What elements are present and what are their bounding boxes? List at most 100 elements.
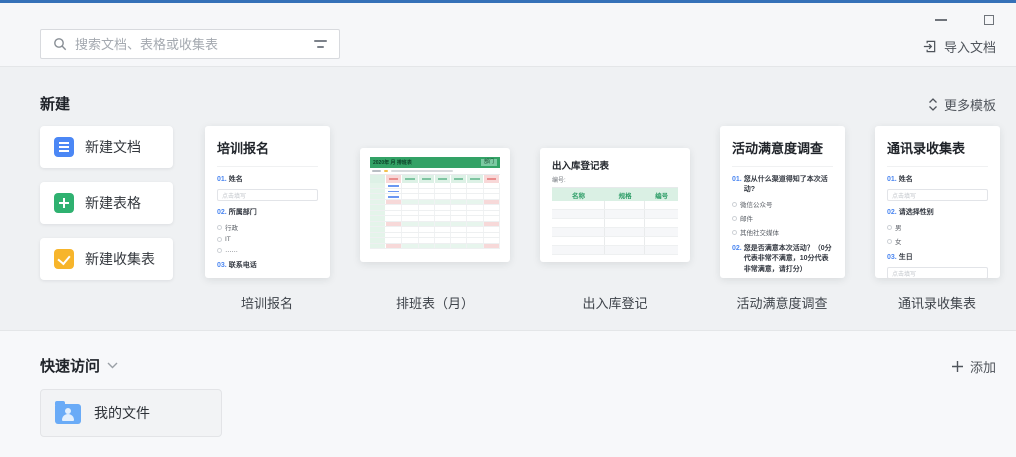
minimize-button[interactable] <box>932 11 950 29</box>
table-row <box>552 201 678 210</box>
radio-icon <box>732 216 737 221</box>
my-files-folder-icon <box>55 404 81 424</box>
field-text: 您是否满意本次活动？（0分代表非常不满意，10分代表非常满意，请打分） <box>744 244 833 274</box>
template-caption-training[interactable]: 培训报名 <box>241 293 293 312</box>
field-label: 03. 生日 <box>887 253 988 263</box>
template-title: 通讯录收集表 <box>887 138 988 167</box>
radio-label: IT <box>225 236 231 243</box>
table-row <box>552 237 678 246</box>
radio-label: 微信公众号 <box>740 199 773 209</box>
quick-access-item-my-files[interactable]: 我的文件 <box>40 389 222 437</box>
field-text: 请选择性别 <box>899 208 934 218</box>
chevron-down-icon <box>107 362 118 369</box>
field-number: 02. <box>217 208 227 218</box>
radio-option: 邮件 <box>732 213 833 223</box>
doc-icon <box>54 137 74 157</box>
radio-option: 其他社交媒体 <box>732 227 833 237</box>
field-label: 03. 联系电话 <box>217 261 318 271</box>
import-doc-button[interactable]: 导入文档 <box>922 37 996 56</box>
table-preview: 名称 规格 编号 <box>552 187 678 255</box>
field-label: 02. 请选择性别 <box>887 208 988 218</box>
sheet-thumbnail: 2020年 月 排班表 部门 <box>370 157 500 253</box>
radio-option: 女 <box>887 236 988 246</box>
more-templates-label: 更多模板 <box>944 95 996 114</box>
radio-icon <box>217 248 222 253</box>
quick-access-toggle[interactable]: 快速访问 <box>40 355 118 376</box>
field-text: 您从什么渠道得知了本次活动? <box>744 175 833 195</box>
my-files-label: 我的文件 <box>94 403 150 423</box>
field-number: 03. <box>887 253 897 263</box>
radio-icon <box>217 237 222 242</box>
radio-icon <box>732 202 737 207</box>
field-number: 01. <box>732 175 742 195</box>
unfold-icon <box>928 98 938 111</box>
maximize-button[interactable] <box>980 11 998 29</box>
import-doc-icon <box>922 39 937 54</box>
plus-icon <box>951 360 964 373</box>
new-doc-button[interactable]: 新建文档 <box>40 126 173 168</box>
field-number: 02. <box>732 244 742 274</box>
radio-icon <box>887 239 892 244</box>
maximize-icon <box>984 15 994 25</box>
search-box[interactable] <box>40 29 340 59</box>
template-card-warehouse[interactable]: 出入库登记表 编号: 名称 规格 编号 <box>540 148 690 262</box>
field-label: 01. 您从什么渠道得知了本次活动? <box>732 175 833 195</box>
field-text: 生日 <box>899 253 913 263</box>
template-card-training[interactable]: 培训报名 01. 姓名 点击填写 02. 所属部门 行政 IT …… 03. <box>205 126 330 278</box>
person-glyph <box>65 408 71 414</box>
field-number: 03. <box>217 261 227 271</box>
field-placeholder: 点击填写 <box>892 191 916 200</box>
sheet-subtotal-row <box>370 244 500 250</box>
sheet-title: 2020年 月 排班表 <box>373 159 412 166</box>
column-header: 名称 <box>552 190 605 200</box>
field-label: 02. 所属部门 <box>217 208 318 218</box>
import-doc-label: 导入文档 <box>944 37 996 56</box>
new-form-label: 新建收集表 <box>85 249 155 269</box>
field-text: 联系电话 <box>229 261 257 271</box>
field-label: 01. 姓名 <box>217 175 318 185</box>
sheet-title-bar: 2020年 月 排班表 部门 <box>370 157 500 168</box>
sheet-plus-icon <box>54 193 74 213</box>
radio-option: 微信公众号 <box>732 199 833 209</box>
template-card-survey[interactable]: 活动满意度调查 01. 您从什么渠道得知了本次活动? 微信公众号 邮件 其他社交… <box>720 126 845 278</box>
template-card-contacts[interactable]: 通讯录收集表 01. 姓名 点击填写 02. 请选择性别 男 女 03. <box>875 126 1000 278</box>
form-check-icon <box>54 249 74 269</box>
table-row <box>552 228 678 237</box>
table-header-row: 名称 规格 编号 <box>552 188 678 201</box>
window-controls <box>932 11 998 29</box>
search-icon <box>53 37 67 51</box>
template-title: 出入库登记表 <box>552 158 678 172</box>
add-quick-access-button[interactable]: 添加 <box>951 357 996 376</box>
template-caption-schedule[interactable]: 排班表（月） <box>396 293 474 312</box>
sheet-corner-label: 部门 <box>481 159 497 166</box>
radio-icon <box>887 225 892 230</box>
minimize-icon <box>935 19 947 21</box>
table-row <box>552 210 678 219</box>
template-card-schedule[interactable]: 2020年 月 排班表 部门 <box>360 148 510 262</box>
table-row <box>552 219 678 228</box>
filter-icon[interactable] <box>313 40 327 48</box>
field-text: 姓名 <box>899 175 913 185</box>
radio-label: …… <box>225 247 238 254</box>
search-input[interactable] <box>75 37 313 52</box>
code-label: 编号: <box>552 175 678 184</box>
sheet-day-header-row <box>370 175 500 183</box>
new-sheet-label: 新建表格 <box>85 193 141 213</box>
new-sheet-button[interactable]: 新建表格 <box>40 182 173 224</box>
radio-label: 男 <box>895 222 902 232</box>
radio-label: 行政 <box>225 222 238 232</box>
radio-option: IT <box>217 236 318 243</box>
field-text: 所属部门 <box>229 208 257 218</box>
template-title: 培训报名 <box>217 138 318 167</box>
new-form-button[interactable]: 新建收集表 <box>40 238 173 280</box>
template-caption-warehouse[interactable]: 出入库登记 <box>582 293 647 312</box>
radio-option: 男 <box>887 222 988 232</box>
template-caption-survey[interactable]: 活动满意度调查 <box>736 293 827 312</box>
table-row <box>552 246 678 255</box>
more-templates-button[interactable]: 更多模板 <box>928 95 996 114</box>
column-header: 规格 <box>605 190 645 200</box>
radio-icon <box>217 225 222 230</box>
quick-access-title: 快速访问 <box>40 355 100 376</box>
field-label: 01. 姓名 <box>887 175 988 185</box>
template-caption-contacts[interactable]: 通讯录收集表 <box>898 293 976 312</box>
